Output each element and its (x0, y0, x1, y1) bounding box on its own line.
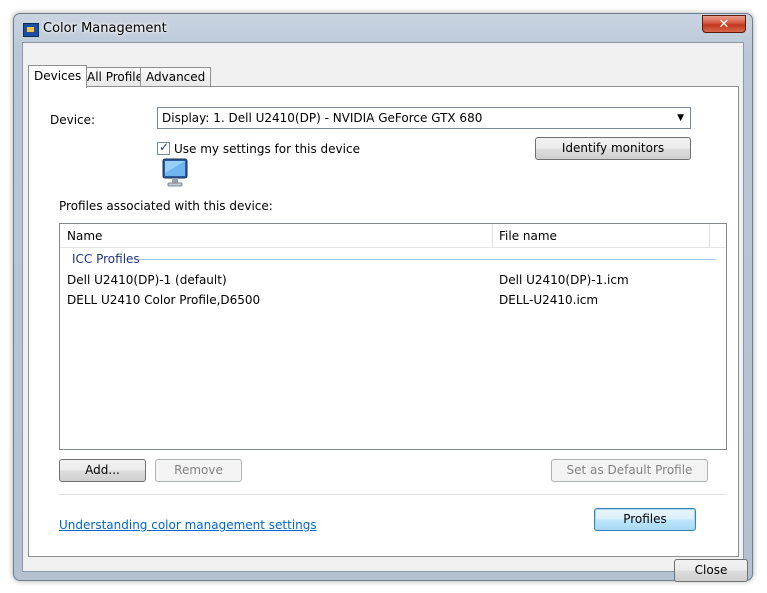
column-separator[interactable] (709, 224, 710, 248)
add-button[interactable]: Add... (59, 459, 146, 482)
color-management-app-icon (23, 23, 39, 37)
group-title-icc-profiles: ICC Profiles (72, 252, 140, 266)
set-default-profile-button[interactable]: Set as Default Profile (551, 459, 708, 482)
monitor-icon (162, 158, 188, 187)
profile-file: Dell U2410(DP)-1.icm (499, 273, 629, 287)
profile-name: Dell U2410(DP)-1 (default) (67, 273, 227, 287)
table-row[interactable]: Dell U2410(DP)-1 (default) Dell U2410(DP… (60, 271, 726, 291)
dialog-client-area: Devices All Profiles Advanced Device: Di… (22, 42, 748, 582)
profiles-button[interactable]: Profiles (594, 508, 696, 531)
window-close-button[interactable]: ✕ (702, 15, 746, 33)
column-separator[interactable] (492, 224, 493, 248)
tab-devices-label: Devices (34, 69, 82, 83)
column-header-name[interactable]: Name (67, 229, 102, 243)
column-header-file-name[interactable]: File name (499, 229, 557, 243)
tab-advanced-label: Advanced (146, 70, 206, 84)
use-my-settings-label[interactable]: Use my settings for this device (174, 142, 360, 156)
section-divider (59, 494, 727, 495)
group-divider (138, 259, 716, 260)
tab-advanced[interactable]: Advanced (140, 67, 212, 87)
checkmark-icon: ✓ (159, 140, 170, 154)
list-header: Name File name (60, 224, 726, 248)
device-label: Device: (50, 113, 96, 127)
identify-monitors-button[interactable]: Identify monitors (535, 137, 691, 160)
window-title: Color Management (43, 21, 167, 36)
device-dropdown[interactable]: Display: 1. Dell U2410(DP) - NVIDIA GeFo… (157, 107, 691, 129)
profile-name: DELL U2410 Color Profile,D6500 (67, 293, 261, 307)
profiles-associated-label: Profiles associated with this device: (59, 199, 273, 213)
tab-devices[interactable]: Devices (28, 65, 88, 88)
profile-file: DELL-U2410.icm (499, 293, 599, 307)
remove-button[interactable]: Remove (155, 459, 242, 482)
help-link[interactable]: Understanding color management settings (59, 518, 317, 532)
close-button[interactable]: Close (674, 559, 748, 582)
use-my-settings-checkbox[interactable]: ✓ (157, 140, 170, 155)
profiles-list[interactable]: Name File name ICC Profiles Dell U2410(D… (59, 223, 727, 450)
table-row[interactable]: DELL U2410 Color Profile,D6500 DELL-U241… (60, 291, 726, 311)
color-management-window: Color Management ✕ Devices All Profiles … (13, 13, 753, 582)
chevron-down-icon: ▼ (677, 113, 684, 123)
device-dropdown-value: Display: 1. Dell U2410(DP) - NVIDIA GeFo… (162, 111, 483, 125)
